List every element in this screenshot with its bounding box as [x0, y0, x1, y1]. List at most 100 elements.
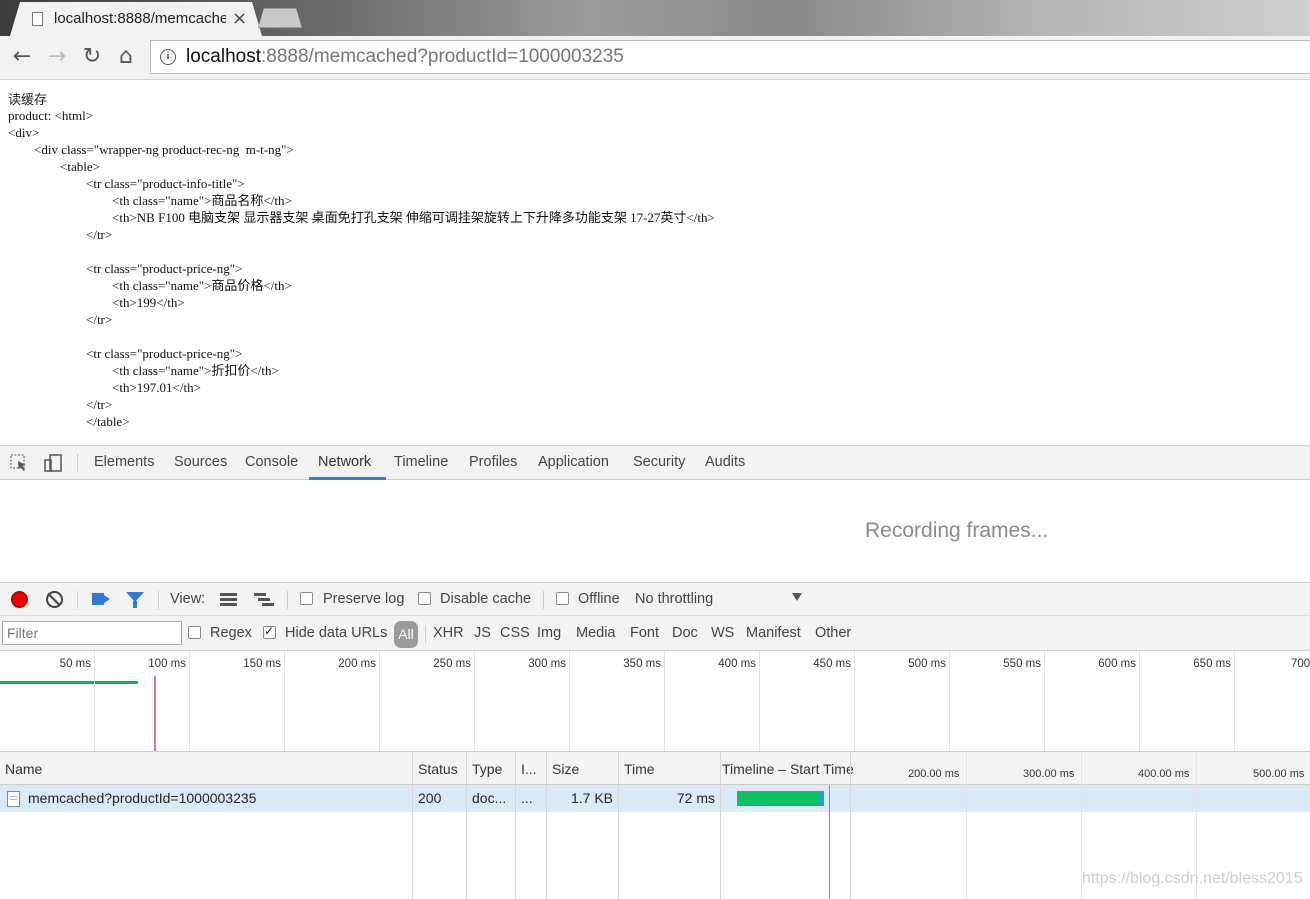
column-divider[interactable]: [720, 752, 721, 899]
hide-data-urls-checkbox[interactable]: [263, 624, 276, 639]
list-view-icon[interactable]: [220, 593, 237, 606]
overview-tick-label: 450 ms: [813, 658, 851, 670]
code-line: <tr class="product-info-title">: [8, 176, 245, 191]
address-bar[interactable]: i localhost:8888/memcached?productId=100…: [150, 40, 1310, 74]
divider: [77, 454, 78, 472]
reload-icon[interactable]: ↻: [79, 44, 105, 70]
request-table-header: Name Status Type I... Size Time Timeline…: [0, 752, 1310, 785]
code-line: <div class="wrapper-ng product-rec-ng m-…: [8, 142, 294, 157]
capture-screenshots-icon[interactable]: [92, 593, 110, 605]
filter-type-font[interactable]: Font: [630, 625, 659, 641]
filter-type-ws[interactable]: WS: [711, 625, 734, 641]
device-toolbar-icon[interactable]: [44, 454, 62, 472]
waterfall-tick-label: 500.00 ms: [1253, 768, 1305, 780]
table-row[interactable]: memcached?productId=1000003235 200 doc..…: [0, 785, 1310, 812]
overview-gridline: [569, 651, 570, 751]
tab-network[interactable]: Network: [318, 454, 371, 470]
tab-elements[interactable]: Elements: [94, 454, 154, 470]
tab-sources[interactable]: Sources: [174, 454, 227, 470]
overview-view-icon[interactable]: [254, 593, 274, 607]
request-initiator: ...: [521, 790, 533, 806]
filter-type-js[interactable]: JS: [474, 625, 491, 641]
column-divider[interactable]: [466, 752, 467, 899]
overview-gridline: [1139, 651, 1140, 751]
tab-console[interactable]: Console: [245, 454, 298, 470]
close-icon[interactable]: ×: [232, 8, 247, 29]
throttling-select[interactable]: No throttling: [635, 591, 713, 607]
watermark: https://blog.csdn.net/bless2015: [1082, 870, 1303, 887]
load-event-line: [829, 785, 830, 899]
code-line: </tr>: [8, 312, 113, 327]
overview-tick-label: 600 ms: [1098, 658, 1136, 670]
filter-type-manifest[interactable]: Manifest: [746, 625, 801, 641]
column-divider[interactable]: [412, 752, 413, 899]
column-timeline[interactable]: Timeline – Start Time: [722, 761, 854, 777]
record-button[interactable]: [11, 591, 28, 608]
column-status[interactable]: Status: [418, 761, 458, 777]
network-toolbar: View: Preserve log Disable cache Offline…: [0, 582, 1310, 616]
request-size: 1.7 KB: [570, 790, 613, 806]
forward-arrow-icon[interactable]: →: [44, 44, 70, 70]
new-tab-button[interactable]: [258, 8, 302, 28]
filter-type-other[interactable]: Other: [815, 625, 851, 641]
overview-tick-label: 650 ms: [1193, 658, 1231, 670]
filter-type-css[interactable]: CSS: [500, 625, 530, 641]
url-text[interactable]: localhost:8888/memcached?productId=10000…: [186, 46, 624, 68]
column-divider[interactable]: [618, 752, 619, 899]
filter-input[interactable]: [2, 621, 182, 645]
clear-icon[interactable]: [46, 591, 63, 608]
filter-type-media[interactable]: Media: [576, 625, 616, 641]
tab-application[interactable]: Application: [538, 454, 609, 470]
back-arrow-icon[interactable]: ←: [9, 44, 35, 70]
filter-icon[interactable]: [126, 592, 144, 608]
overview-gridline: [189, 651, 190, 751]
offline-checkbox[interactable]: [556, 592, 569, 605]
column-name[interactable]: Name: [5, 761, 42, 777]
column-size[interactable]: Size: [552, 761, 579, 777]
overview-tick-label: 500 ms: [908, 658, 946, 670]
overview-gridline: [854, 651, 855, 751]
column-divider[interactable]: [850, 752, 851, 899]
page-icon: [32, 12, 43, 26]
overview-tick-label: 400 ms: [718, 658, 756, 670]
disable-cache-checkbox[interactable]: [418, 592, 431, 605]
chevron-down-icon[interactable]: [792, 593, 802, 601]
overview-tick-label: 150 ms: [243, 658, 281, 670]
filter-type-doc[interactable]: Doc: [672, 625, 698, 641]
view-label: View:: [170, 591, 206, 607]
url-path: :8888/memcached?productId=1000003235: [261, 46, 624, 67]
overview-tick-label: 300 ms: [528, 658, 566, 670]
tab-security[interactable]: Security: [633, 454, 685, 470]
browser-tab-active[interactable]: localhost:8888/memcached?productId=10000…: [10, 2, 262, 36]
devtools-tabbar: Elements Sources Console Network Timeline Pro…: [0, 445, 1310, 480]
overview-tick-label: 200 ms: [338, 658, 376, 670]
overview-request-bar: [0, 681, 138, 684]
overview-tick-label: 250 ms: [433, 658, 471, 670]
code-line: <tr class="product-price-ng">: [8, 261, 243, 276]
tab-strip: localhost:8888/memcached?productId=10000…: [0, 0, 1310, 36]
filter-type-img[interactable]: Img: [537, 625, 561, 641]
home-icon[interactable]: ⌂: [113, 44, 139, 70]
inspect-element-icon[interactable]: [10, 454, 28, 472]
column-time[interactable]: Time: [624, 761, 655, 777]
tab-audits[interactable]: Audits: [705, 454, 745, 470]
preserve-log-checkbox[interactable]: [300, 592, 313, 605]
divider: [287, 591, 288, 609]
column-divider[interactable]: [515, 752, 516, 899]
request-name[interactable]: memcached?productId=1000003235: [28, 790, 256, 806]
code-line: </table>: [8, 414, 130, 429]
tab-timeline[interactable]: Timeline: [394, 454, 448, 470]
column-type[interactable]: Type: [472, 761, 502, 777]
waterfall-gridline: [966, 752, 967, 899]
divider: [77, 591, 78, 609]
code-line: </tr>: [8, 227, 113, 242]
disable-cache-label: Disable cache: [440, 591, 532, 607]
column-initiator[interactable]: I...: [521, 761, 537, 777]
filter-type-all[interactable]: All: [394, 621, 418, 648]
column-divider[interactable]: [546, 752, 547, 899]
info-icon[interactable]: i: [160, 49, 176, 65]
regex-checkbox[interactable]: [188, 626, 201, 639]
filter-type-xhr[interactable]: XHR: [433, 625, 464, 641]
network-overview: 50 ms 100 ms 150 ms 200 ms 250 ms 300 ms 350 m…: [0, 651, 1310, 752]
tab-profiles[interactable]: Profiles: [469, 454, 517, 470]
